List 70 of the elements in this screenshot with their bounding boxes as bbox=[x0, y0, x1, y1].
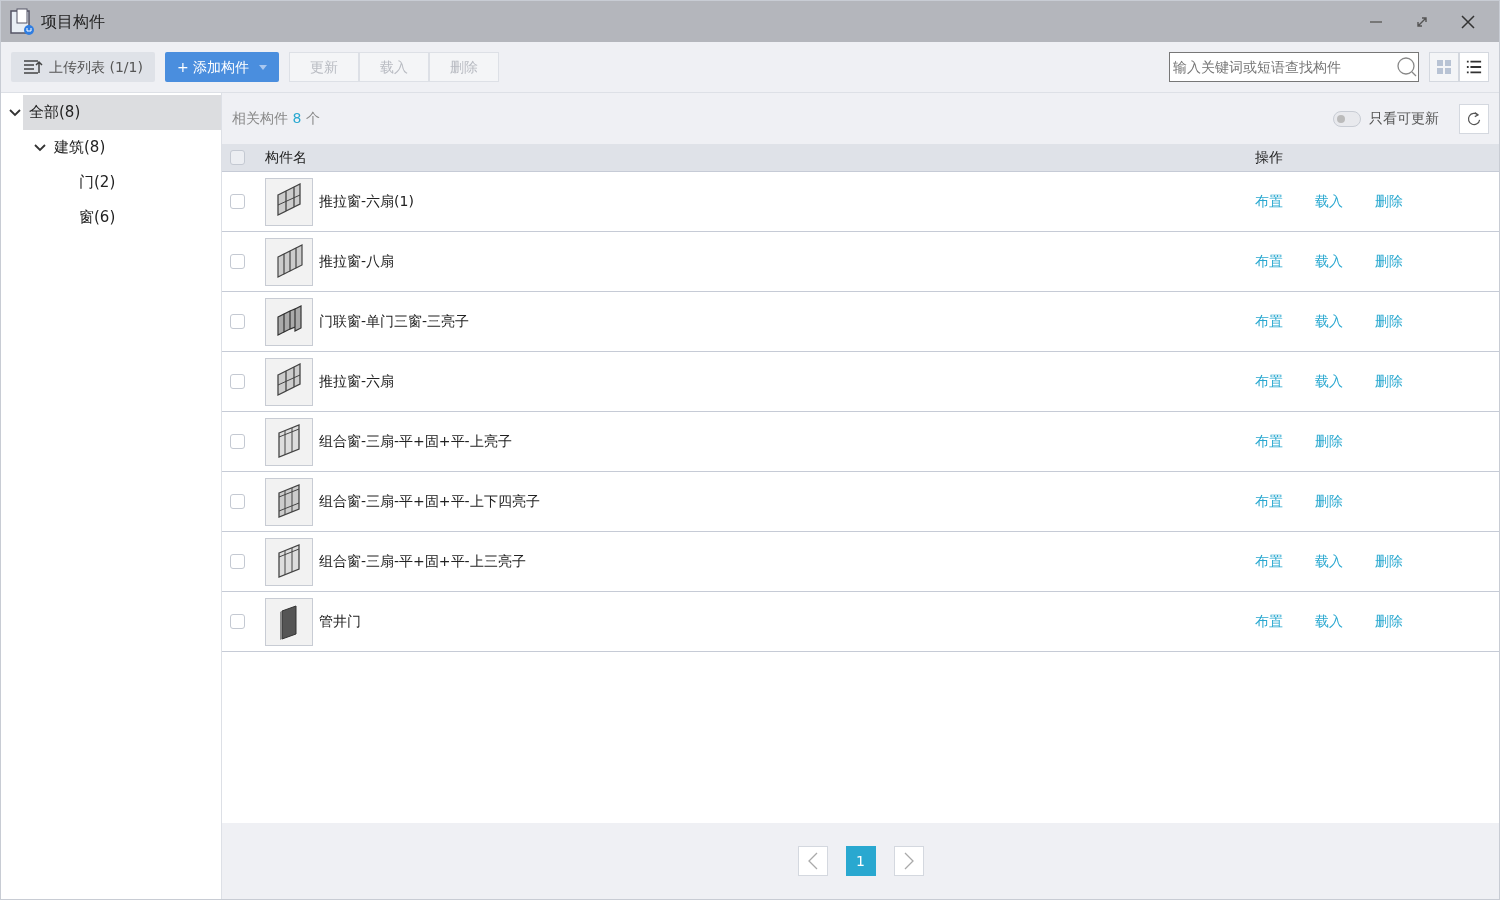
toggle-label: 只看可更新 bbox=[1369, 109, 1439, 128]
caret-down-icon bbox=[259, 64, 268, 70]
previous-page-button[interactable] bbox=[797, 846, 828, 876]
checkbox[interactable] bbox=[230, 150, 245, 165]
chevron-left-icon bbox=[806, 851, 819, 871]
action-link[interactable]: 载入 bbox=[1315, 191, 1343, 212]
action-link[interactable]: 载入 bbox=[1315, 371, 1343, 392]
action-link[interactable]: 布置 bbox=[1255, 491, 1283, 512]
add-component-button[interactable]: + 添加构件 bbox=[164, 52, 280, 82]
action-link[interactable]: 删除 bbox=[1375, 251, 1403, 272]
list-view-icon bbox=[1466, 59, 1482, 75]
toggle-switch[interactable] bbox=[1333, 110, 1361, 127]
checkbox[interactable] bbox=[230, 434, 245, 449]
tree-item[interactable]: 门(2) bbox=[73, 165, 221, 200]
column-header: 操作 bbox=[1254, 148, 1284, 167]
component-name: 推拉窗-六扇 bbox=[319, 372, 396, 391]
action-link[interactable]: 布置 bbox=[1255, 251, 1283, 272]
checkbox[interactable] bbox=[230, 494, 245, 509]
action-link[interactable]: 删除 bbox=[1375, 371, 1403, 392]
view-toggle-button[interactable] bbox=[1429, 52, 1459, 82]
action-link[interactable]: 载入 bbox=[1315, 311, 1343, 332]
action-link[interactable]: 载入 bbox=[1315, 251, 1343, 272]
action-link[interactable]: 删除 bbox=[1315, 491, 1343, 512]
expand-arrows-icon bbox=[1415, 14, 1429, 29]
search-icon bbox=[1396, 56, 1418, 78]
next-page-button[interactable] bbox=[893, 846, 924, 876]
action-link[interactable]: 删除 bbox=[1375, 551, 1403, 572]
view-toggle-button[interactable] bbox=[1459, 52, 1489, 82]
component-name: 组合窗-三扇-平+固+平-上亮子 bbox=[319, 432, 513, 451]
action-link[interactable]: 布置 bbox=[1255, 551, 1283, 572]
minimize-icon bbox=[1370, 20, 1382, 23]
chevron-right-icon bbox=[902, 851, 915, 871]
grid-view-icon bbox=[1436, 59, 1452, 75]
action-link[interactable]: 布置 bbox=[1255, 311, 1283, 332]
action-link[interactable]: 布置 bbox=[1255, 611, 1283, 632]
column-header: 构件名 bbox=[265, 148, 308, 167]
checkbox[interactable] bbox=[230, 254, 245, 269]
action-link[interactable]: 删除 bbox=[1375, 191, 1403, 212]
action-link[interactable]: 删除 bbox=[1315, 431, 1343, 452]
action-link[interactable]: 布置 bbox=[1255, 371, 1283, 392]
tree-item[interactable]: 建筑(8) bbox=[48, 130, 221, 165]
tree-item[interactable]: 全部(8) bbox=[23, 95, 221, 130]
action-link[interactable]: 删除 bbox=[1375, 311, 1403, 332]
action-link[interactable]: 载入 bbox=[1315, 611, 1343, 632]
list-upload-icon bbox=[23, 59, 43, 75]
action-link[interactable]: 布置 bbox=[1255, 431, 1283, 452]
component-name: 推拉窗-八扇 bbox=[319, 252, 396, 271]
window-model-drawing bbox=[274, 242, 304, 281]
action-link[interactable]: 布置 bbox=[1255, 191, 1283, 212]
component-name: 门联窗-单门三窗-三亮子 bbox=[319, 312, 471, 331]
result-count-text: 相关构件 8 个 bbox=[232, 109, 320, 128]
checkbox[interactable] bbox=[230, 614, 245, 629]
upload-list-button[interactable]: 上传列表 (1/1) bbox=[11, 52, 155, 82]
component-name: 推拉窗-六扇(1) bbox=[319, 192, 415, 211]
refresh-button[interactable] bbox=[1459, 103, 1489, 134]
app-logo-icon bbox=[9, 7, 35, 36]
component-name: 组合窗-三扇-平+固+平-上三亮子 bbox=[319, 552, 527, 571]
page-button[interactable]: 1 bbox=[845, 846, 876, 876]
checkbox[interactable] bbox=[230, 194, 245, 209]
checkbox[interactable] bbox=[230, 374, 245, 389]
action-link[interactable]: 删除 bbox=[1375, 611, 1403, 632]
tree-item[interactable]: 窗(6) bbox=[73, 200, 221, 235]
window-title: 项目构件 bbox=[41, 10, 105, 33]
component-name: 组合窗-三扇-平+固+平-上下四亮子 bbox=[319, 492, 541, 511]
checkbox[interactable] bbox=[230, 314, 245, 329]
component-name: 管井门 bbox=[319, 612, 362, 631]
action-link[interactable]: 载入 bbox=[1315, 551, 1343, 572]
close-icon bbox=[1460, 13, 1476, 30]
search-field[interactable]: 输入关键词或短语查找构件 bbox=[1169, 52, 1419, 82]
checkbox[interactable] bbox=[230, 554, 245, 569]
